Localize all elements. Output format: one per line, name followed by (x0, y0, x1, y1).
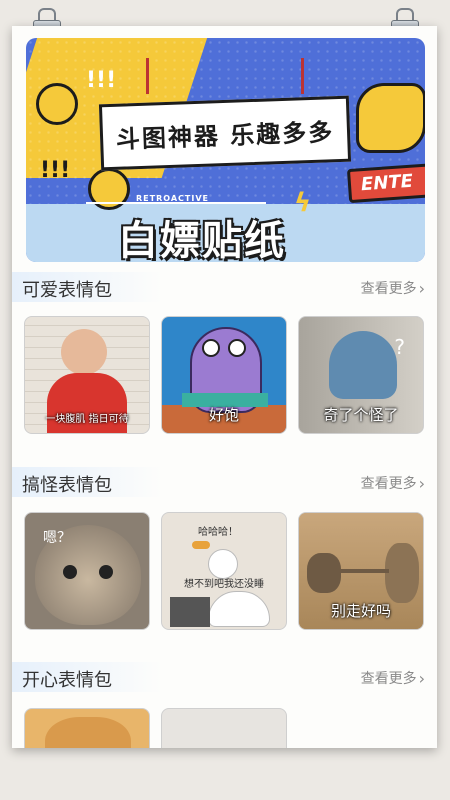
promo-banner[interactable]: !!! !!! 斗图神器 乐趣多多 ENTE ϟ RETROACTIVE 白嫖贴… (26, 38, 425, 262)
section-header-funny: 搞怪表情包 查看更多 › (12, 467, 437, 497)
chevron-right-icon: › (418, 668, 425, 688)
section-header-cute: 可爱表情包 查看更多 › (12, 272, 437, 302)
pointing-hand-icon (356, 83, 425, 153)
sticker-row-happy (24, 708, 424, 748)
sticker-top-caption: 哈哈哈！ (198, 527, 238, 538)
sticker-card[interactable]: 哈哈哈！ 想不到吧我还没睡 (161, 512, 287, 630)
monkey-left (307, 553, 341, 593)
sticker-card[interactable]: 一块腹肌 指日可待 (24, 316, 150, 434)
sticker-card[interactable]: 好饱 (161, 316, 287, 434)
view-more-link[interactable]: 查看更多 › (361, 668, 425, 688)
chevron-right-icon: › (418, 278, 425, 298)
sticker-card[interactable]: 别走好吗 (298, 512, 424, 630)
view-more-link[interactable]: 查看更多 › (361, 473, 425, 493)
view-more-link[interactable]: 查看更多 › (361, 278, 425, 298)
banner-sign-text: 斗图神器 乐趣多多 (115, 116, 335, 154)
sticker-card[interactable]: ? 奇了个怪了 (298, 316, 424, 434)
sticker-caption: 好饱 (208, 406, 239, 424)
paper-card: !!! !!! 斗图神器 乐趣多多 ENTE ϟ RETROACTIVE 白嫖贴… (12, 26, 437, 748)
section-title: 可爱表情包 (22, 280, 112, 301)
banner-title: 白嫖贴纸 (118, 218, 286, 262)
goose-body (208, 591, 270, 627)
section-title: 开心表情包 (22, 670, 112, 691)
laughing-emoji-icon (36, 83, 78, 125)
sticker-row-cute: 一块腹肌 指日可待 好饱 ? 奇了个怪了 (24, 316, 424, 434)
sticker-card[interactable] (161, 708, 287, 748)
sticker-caption: 别走好吗 (330, 602, 391, 620)
sticker-card[interactable]: 嗯？ (24, 512, 150, 630)
enter-key-graphic: ENTE (346, 162, 425, 204)
section-title: 搞怪表情包 (22, 475, 112, 496)
sticker-card[interactable] (24, 708, 150, 748)
exclamation-marks: !!! (86, 68, 117, 93)
question-mark: ? (394, 335, 405, 359)
monkey-right (385, 543, 419, 603)
sticker-caption: 想不到吧我还没睡 (184, 579, 264, 590)
baby-head (61, 329, 107, 375)
blue-blob-character (329, 331, 397, 399)
sticker-caption: 嗯？ (43, 530, 71, 546)
banner-sign: 斗图神器 乐趣多多 (98, 95, 352, 171)
lightning-icon: ϟ (294, 188, 312, 218)
exclamation-marks-2: !!! (40, 158, 71, 183)
sticker-row-funny: 嗯？ 哈哈哈！ 想不到吧我还没睡 别走好吗 (24, 512, 424, 630)
sticker-caption: 奇了个怪了 (323, 406, 399, 424)
section-header-happy: 开心表情包 查看更多 › (12, 662, 437, 692)
sticker-caption: 一块腹肌 指日可待 (45, 414, 129, 425)
chevron-right-icon: › (418, 473, 425, 493)
